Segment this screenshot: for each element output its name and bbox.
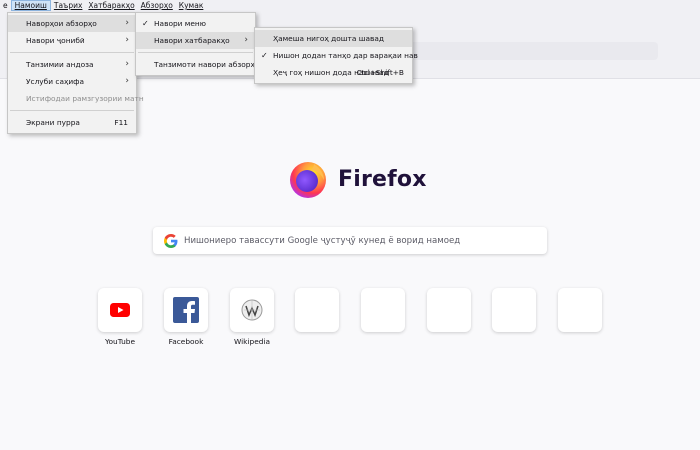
menubar-item-help[interactable]: Кумак [176, 0, 207, 11]
menu-item-fullscreen[interactable]: Экрани пурра F11 [8, 114, 136, 131]
tile-empty[interactable] [295, 288, 339, 332]
menu-item-label: Нишон додан танҳо дар варақаи нав [273, 51, 418, 60]
youtube-icon [110, 303, 130, 317]
tile-label-wikipedia: Wikipedia [233, 337, 271, 346]
menu-item-label: Танзимоти навори абзорҳо... [154, 60, 267, 69]
view-menu: Наворҳои абзорҳо › Навори ҷонибӣ › Танзи… [7, 12, 144, 134]
tile-youtube[interactable] [98, 288, 142, 332]
menu-item-never-show[interactable]: Ҳеҷ гоҳ нишон дода нашавад Ctrl+Shift+B [255, 64, 412, 81]
menu-separator [10, 52, 134, 53]
menubar-item-bookmarks[interactable]: Хатбаракҳо [85, 0, 137, 11]
menu-separator [138, 52, 253, 53]
wikipedia-icon [241, 299, 263, 321]
menu-item-show-on-new-tab[interactable]: ✓ Нишон додан танҳо дар варақаи нав [255, 47, 418, 64]
search-box[interactable]: Нишониеро тавассути Google ҷустуҷӯ кунед… [153, 227, 547, 254]
menu-item-always-show[interactable]: Ҳамеша нигоҳ дошта шавад [255, 30, 412, 47]
chevron-right-icon: › [125, 59, 129, 69]
menu-item-label: Ҳамеша нигоҳ дошта шавад [273, 34, 384, 43]
tile-empty[interactable] [558, 288, 602, 332]
chevron-right-icon: › [244, 35, 248, 45]
tile-empty[interactable] [427, 288, 471, 332]
menu-item-label: Навори меню [154, 19, 206, 28]
firefox-logo: Firefox [287, 158, 427, 200]
menu-item-text-encoding[interactable]: Истифодаи рамзгузории матн [8, 90, 144, 107]
menu-item-label: Истифодаи рамзгузории матн [26, 94, 144, 103]
facebook-icon [173, 297, 199, 323]
checkmark-icon: ✓ [142, 19, 149, 28]
search-input[interactable]: Нишониеро тавассути Google ҷустуҷӯ кунед… [184, 236, 460, 246]
menu-item-bookmarks-toolbar[interactable]: Навори хатбаракҳо › [136, 32, 255, 49]
menu-item-label: Наворҳои абзорҳо [26, 19, 97, 28]
menu-item-zoom[interactable]: Танзимии андоза › [8, 56, 136, 73]
chevron-right-icon: › [125, 35, 129, 45]
google-icon [164, 233, 178, 248]
tile-label-youtube: YouTube [104, 337, 136, 346]
menu-separator [10, 110, 134, 111]
menu-item-shortcut: F11 [114, 118, 128, 127]
tile-wikipedia[interactable] [230, 288, 274, 332]
menubar-item-history[interactable]: Таърих [51, 0, 86, 11]
tile-facebook[interactable] [164, 288, 208, 332]
menu-item-label: Навори ҷонибӣ [26, 36, 85, 45]
toolbars-submenu: ✓ Навори меню Навори хатбаракҳо › Танзим… [135, 12, 266, 76]
chevron-right-icon: › [125, 76, 129, 86]
menu-item-label: Навори хатбаракҳо [154, 36, 230, 45]
menu-item-page-style[interactable]: Услуби саҳифа › [8, 73, 136, 90]
menu-item-menu-bar[interactable]: ✓ Навори меню [136, 15, 255, 32]
menu-item-toolbars[interactable]: Наворҳои абзорҳо › [8, 15, 136, 32]
menubar-item-edit[interactable]: е [0, 0, 11, 11]
menu-item-label: Услуби саҳифа [26, 77, 84, 86]
tile-empty[interactable] [492, 288, 536, 332]
menubar: е Намоиш Таърих Хатбаракҳо Абзорҳо Кумак [0, 0, 700, 11]
firefox-icon [290, 162, 326, 198]
menubar-item-tools[interactable]: Абзорҳо [138, 0, 176, 11]
menu-item-label: Экрани пурра [26, 118, 80, 127]
checkmark-icon: ✓ [261, 51, 268, 60]
menu-item-label: Танзимии андоза [26, 60, 94, 69]
chevron-right-icon: › [125, 18, 129, 28]
tile-empty[interactable] [361, 288, 405, 332]
menu-item-sidebar[interactable]: Навори ҷонибӣ › [8, 32, 136, 49]
brand-name: Firefox [338, 166, 427, 192]
menubar-item-view[interactable]: Намоиш [10, 0, 51, 11]
tile-label-facebook: Facebook [168, 337, 204, 346]
menu-item-customize-toolbar[interactable]: Танзимоти навори абзорҳо... [136, 56, 266, 73]
menu-item-shortcut: Ctrl+Shift+B [356, 68, 404, 77]
bookmarks-toolbar-submenu: Ҳамеша нигоҳ дошта шавад ✓ Нишон додан т… [254, 27, 418, 84]
